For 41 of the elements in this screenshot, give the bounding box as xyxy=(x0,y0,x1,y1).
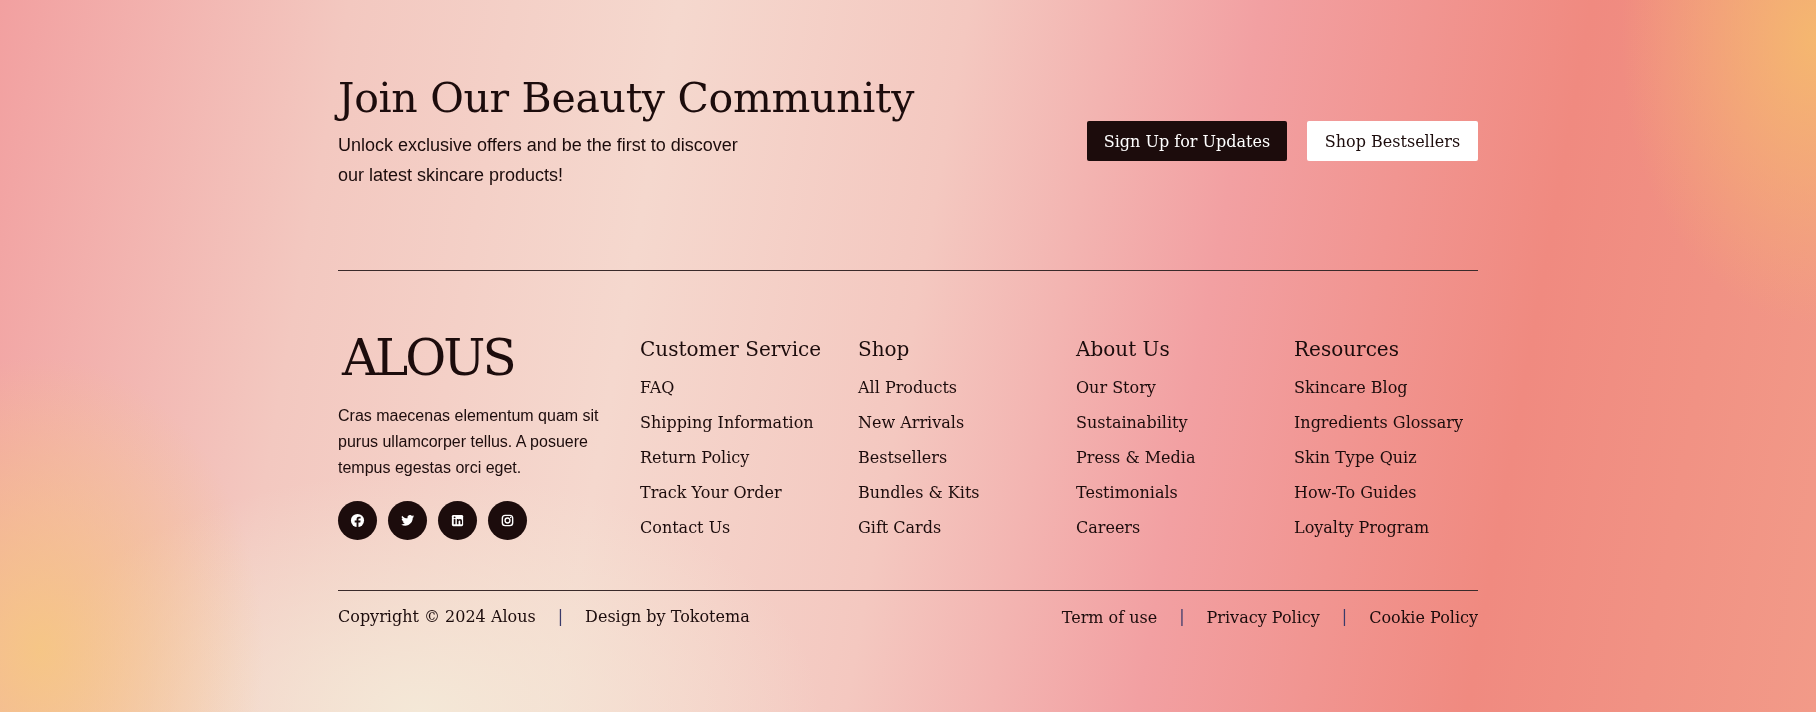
footer-link[interactable]: Press & Media xyxy=(1076,447,1196,468)
footer-link[interactable]: Loyalty Program xyxy=(1294,517,1430,538)
separator: | xyxy=(1341,607,1348,628)
brand-description: Cras maecenas elementum quam sit purus ullamcorper tellus. A posuere tempus egestas orci eget. xyxy=(338,406,600,478)
footer-link[interactable]: Our Story xyxy=(1076,377,1156,398)
separator: | xyxy=(1179,607,1185,628)
footer-link[interactable]: Shipping Information xyxy=(640,412,814,433)
footer-link[interactable]: Sustainability xyxy=(1076,412,1188,433)
signup-button[interactable]: Sign Up for Updates xyxy=(1087,121,1287,161)
footer-link[interactable]: FAQ xyxy=(640,377,675,398)
column-heading: Customer Service xyxy=(640,337,823,361)
f-icon[interactable] xyxy=(338,501,377,540)
footer-link[interactable]: Privacy Policy xyxy=(1206,607,1320,628)
footer-link[interactable]: How-To Guides xyxy=(1294,482,1417,503)
footer-link[interactable]: Contact Us xyxy=(640,517,731,538)
in-icon[interactable] xyxy=(438,501,477,540)
column-heading: Resources xyxy=(1294,337,1400,361)
shop-button[interactable]: Shop Bestsellers xyxy=(1307,121,1478,161)
footer-link[interactable]: Careers xyxy=(1076,517,1141,538)
column-heading: Shop xyxy=(858,337,911,361)
footer-text: Design by Tokotema xyxy=(585,607,750,628)
footer-link[interactable]: Cookie Policy xyxy=(1369,607,1478,628)
footer-link[interactable]: Gift Cards xyxy=(858,517,942,538)
footer-link[interactable]: Ingredients Glossary xyxy=(1294,412,1464,433)
footer-link[interactable]: Bestsellers xyxy=(858,447,948,468)
footer-link[interactable]: Skin Type Quiz xyxy=(1294,447,1417,468)
footer-link[interactable]: Term of use xyxy=(1061,607,1158,628)
footer-link[interactable]: All Products xyxy=(858,377,958,398)
footer-link[interactable]: New Arrivals xyxy=(858,412,965,433)
column-heading: About Us xyxy=(1076,337,1171,361)
camera-icon[interactable] xyxy=(488,501,527,540)
footer-link[interactable]: Bundles & Kits xyxy=(858,482,980,503)
footer-link[interactable]: Track Your Order xyxy=(640,482,782,503)
footer-text: Copyright © 2024 Alous xyxy=(338,607,536,628)
section-description: Unlock exclusive offers and be the first to discover our latest skincare products! xyxy=(338,134,739,187)
footer-link[interactable]: Testimonials xyxy=(1076,482,1178,503)
separator: | xyxy=(557,607,564,628)
footer-link[interactable]: Skincare Blog xyxy=(1294,377,1408,398)
bird-icon[interactable] xyxy=(388,501,427,540)
brand-logo: ALOUS xyxy=(342,333,514,383)
footer-link[interactable]: Return Policy xyxy=(640,447,750,468)
